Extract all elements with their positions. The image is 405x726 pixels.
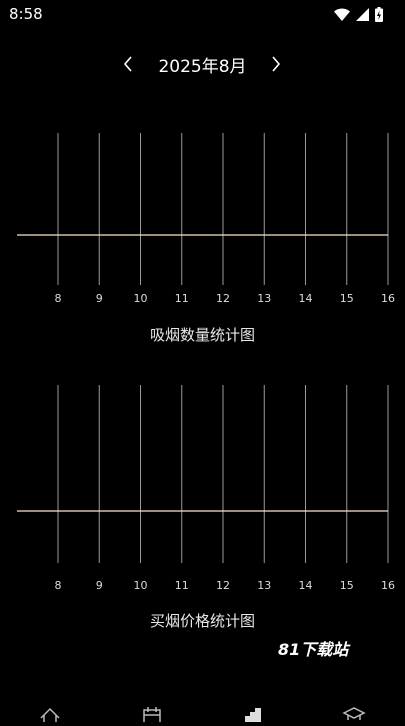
x-tick-label: 13 (257, 292, 271, 305)
chart-title: 吸烟数量统计图 (149, 326, 255, 344)
smoking-count-chart-plot: 8 9 10 11 12 13 14 15 16 (17, 133, 395, 305)
cigarette-price-chart-plot: 8 9 10 11 12 13 14 15 16 (17, 385, 395, 592)
x-tick-label: 16 (381, 292, 395, 305)
x-tick-label: 16 (381, 579, 395, 592)
chevron-right-icon (272, 56, 281, 72)
x-tick-label: 15 (340, 292, 354, 305)
bottom-nav (0, 700, 405, 724)
battery-icon (375, 6, 383, 22)
x-tick-label: 11 (175, 579, 189, 592)
month-label: 2025年8月 (158, 57, 247, 77)
x-tick-label: 15 (340, 579, 354, 592)
month-navigator: 2025年8月 (0, 48, 405, 80)
wifi-icon (334, 7, 350, 21)
system-icons (334, 6, 383, 22)
cigarette-price-chart: 8 9 10 11 12 13 14 15 16 买烟价格统计图 (0, 383, 405, 633)
x-tick-label: 11 (175, 292, 189, 305)
x-tick-label: 14 (299, 292, 313, 305)
watermark: 81下载站 (278, 640, 349, 659)
status-time: 8:58 (9, 5, 43, 23)
chevron-left-icon (123, 56, 132, 72)
x-tick-label: 9 (96, 579, 103, 592)
x-tick-label: 13 (257, 579, 271, 592)
chart-title: 买烟价格统计图 (149, 612, 255, 630)
x-tick-label: 12 (216, 292, 230, 305)
x-tick-label: 8 (55, 292, 62, 305)
x-tick-label: 10 (134, 292, 148, 305)
x-tick-label: 10 (134, 579, 148, 592)
prev-month-button[interactable] (114, 50, 142, 78)
signal-icon (356, 7, 369, 21)
status-bar: 8:58 (0, 0, 405, 30)
x-tick-label: 14 (299, 579, 313, 592)
next-month-button[interactable] (262, 50, 290, 78)
x-tick-label: 12 (216, 579, 230, 592)
x-tick-label: 8 (55, 579, 62, 592)
smoking-count-chart: 8 9 10 11 12 13 14 15 16 吸烟数量统计图 (0, 130, 405, 350)
x-tick-label: 9 (96, 292, 103, 305)
